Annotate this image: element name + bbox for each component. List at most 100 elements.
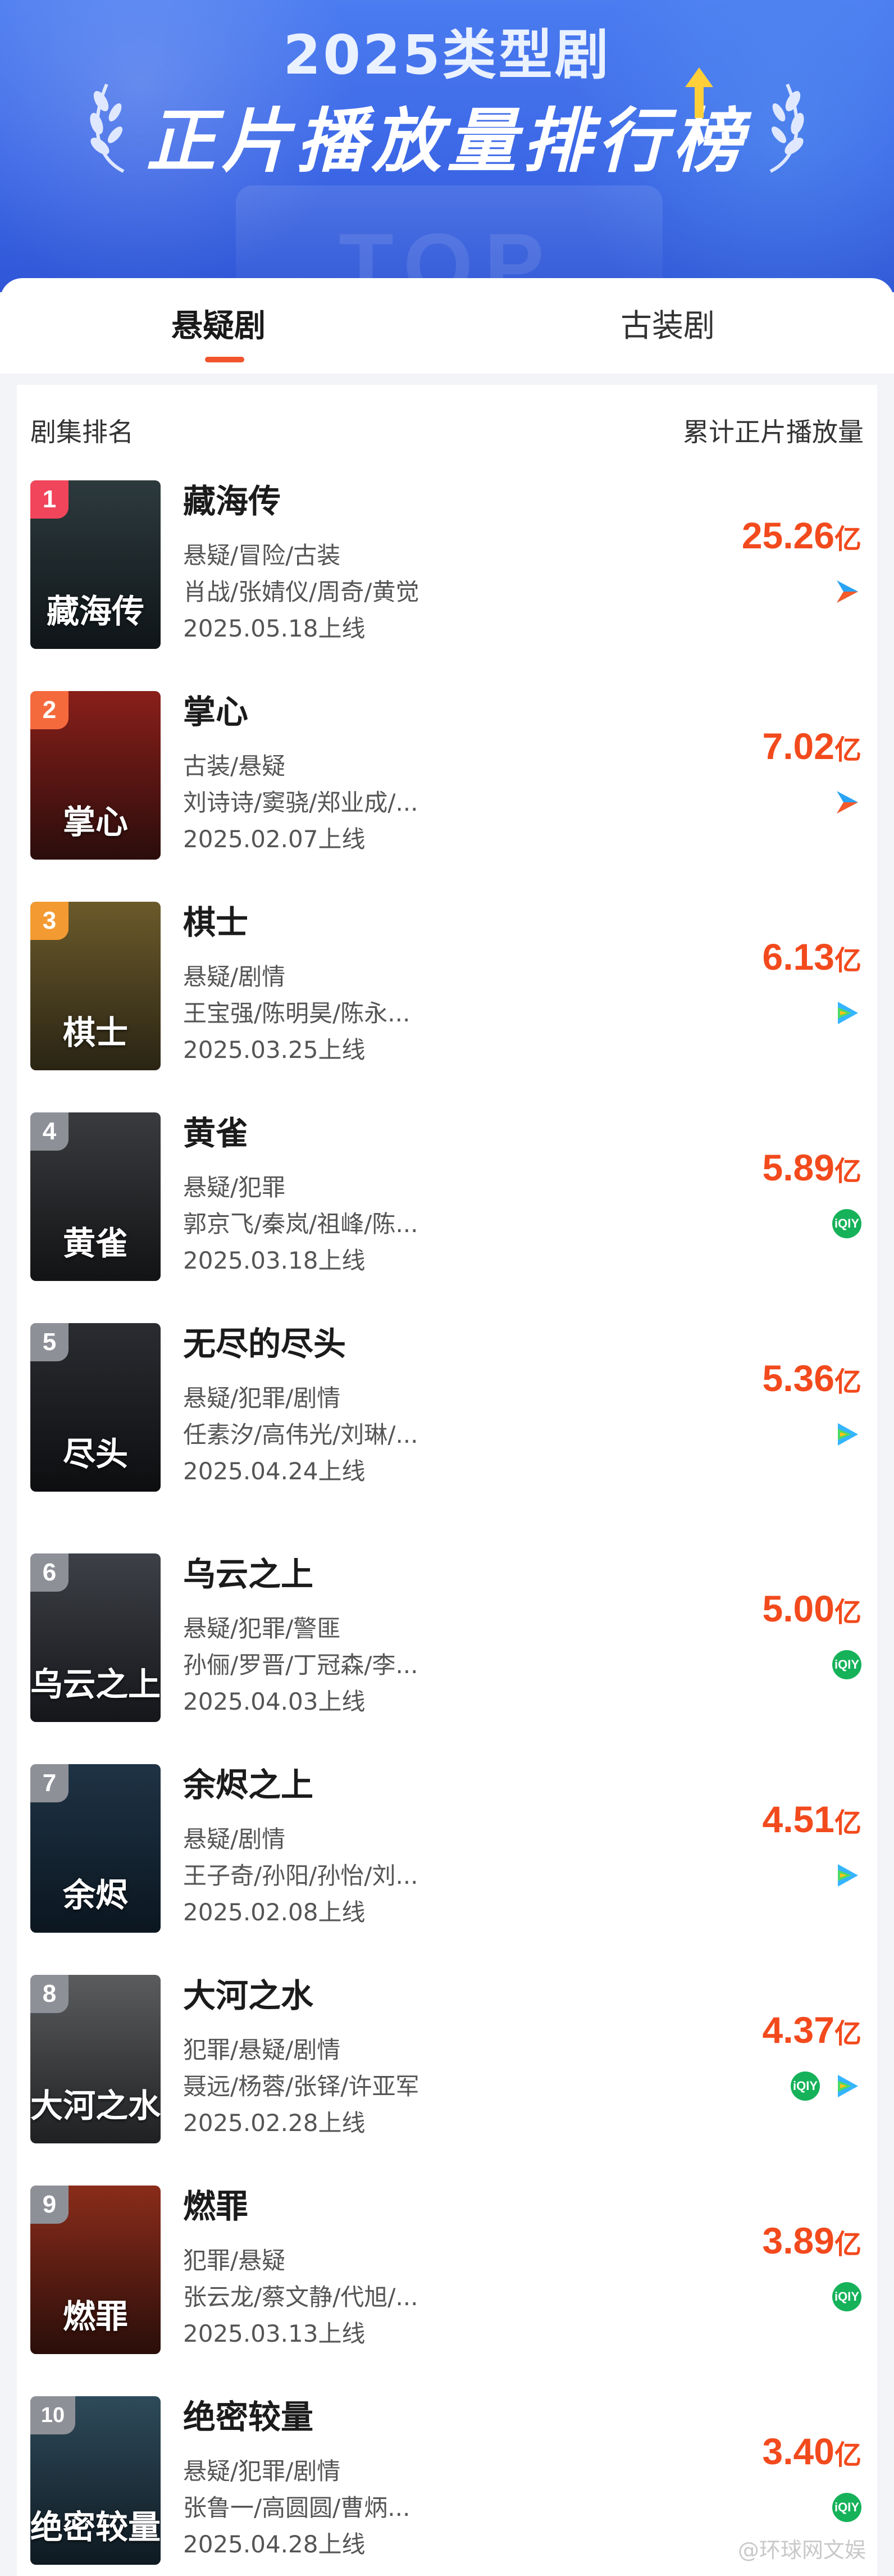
youku-icon	[832, 577, 861, 606]
release-date: 2025.03.18上线	[183, 1247, 366, 1274]
ranking-row[interactable]: 黄雀 4 黄雀 悬疑/犯罪 郭京飞/秦岚/祖峰/陈... 2025.03.18上线 5.89…	[17, 1112, 877, 1281]
iqiyi-icon: iQIY	[832, 1650, 861, 1679]
drama-genre: 犯罪/悬疑/剧情	[183, 2036, 341, 2064]
tencent-video-icon	[832, 998, 861, 1028]
drama-cast: 王宝强/陈明昊/陈永...	[183, 999, 410, 1027]
tencent-video-icon	[832, 1420, 861, 1449]
category-tabs: 悬疑剧 古装剧	[0, 278, 894, 374]
poster-title-art: 乌云之上	[30, 1665, 161, 1703]
platform-icons: iQIY	[832, 1209, 861, 1238]
drama-poster[interactable]: 尽头 5	[30, 1323, 161, 1492]
drama-cast: 刘诗诗/窦骁/郑业成/...	[183, 789, 418, 816]
ranking-row[interactable]: 掌心 2 掌心 古装/悬疑刘诗诗/窦骁/郑业成/... 2025.02.07上线 7.02…	[17, 691, 877, 860]
play-count-value: 5.89	[762, 1147, 834, 1188]
drama-cast: 张云龙/蔡文静/代旭/...	[183, 2283, 418, 2311]
play-count-unit: 亿	[834, 2229, 861, 2260]
release-date: 2025.02.08上线	[183, 1898, 366, 1926]
drama-genre: 古装/悬疑	[183, 752, 286, 780]
drama-poster[interactable]: 绝密较量 10	[30, 2396, 161, 2565]
list-header-plays: 累计正片播放量	[683, 417, 864, 447]
drama-title[interactable]: 绝密较量	[183, 2391, 313, 2438]
rank-badge: 5	[30, 1323, 69, 1361]
drama-poster[interactable]: 余烬 7	[30, 1764, 161, 1933]
drama-genre: 悬疑/冒险/古装	[183, 542, 341, 569]
drama-title[interactable]: 藏海传	[183, 475, 281, 522]
poster-title-art: 掌心	[62, 803, 128, 841]
drama-poster[interactable]: 黄雀 4	[30, 1112, 161, 1281]
drama-cast: 任素汐/高伟光/刘琳/...	[183, 1421, 418, 1448]
play-count: 5.00亿	[763, 1587, 861, 1630]
platform-icons	[832, 1420, 861, 1449]
drama-genre: 犯罪/悬疑	[183, 2247, 286, 2274]
tab-costume[interactable]: 古装剧	[621, 301, 715, 346]
release-date: 2025.05.18上线	[183, 615, 366, 642]
poster-title-art: 黄雀	[62, 1224, 128, 1262]
ranking-row[interactable]: 燃罪 9 燃罪 犯罪/悬疑 张云龙/蔡文静/代旭/... 2025.03.13上线 3.89…	[17, 2186, 877, 2354]
rank-badge: 2	[30, 691, 69, 729]
drama-poster[interactable]: 乌云之上 6	[30, 1553, 161, 1722]
platform-icons	[832, 998, 861, 1028]
drama-genre: 悬疑/犯罪/剧情	[183, 2457, 341, 2485]
drama-title[interactable]: 黄雀	[183, 1107, 248, 1154]
watermark: @环球网文娱	[737, 2538, 866, 2563]
drama-title[interactable]: 掌心	[183, 685, 248, 733]
drama-title[interactable]: 燃罪	[183, 2180, 248, 2227]
ranking-row[interactable]: 大河之水 8 大河之水 犯罪/悬疑/剧情 聂远/杨蓉/张铎/许亚军 2025.02.28上…	[17, 1975, 877, 2143]
tencent-video-icon	[832, 1861, 861, 1890]
ranking-row[interactable]: 余烬 7 余烬之上 悬疑/剧情 王子奇/孙阳/孙怡/刘... 2025.02.08上线 4.…	[17, 1764, 877, 1933]
release-date: 2025.04.03上线	[183, 1688, 366, 1715]
poster-title-art: 棋士	[62, 1014, 128, 1052]
drama-cast: 孙俪/罗晋/丁冠森/李...	[183, 1651, 418, 1679]
play-count-value: 3.89	[762, 2220, 834, 2261]
release-date: 2025.02.28上线	[183, 2109, 366, 2137]
drama-cast: 郭京飞/秦岚/祖峰/陈...	[183, 1210, 418, 1238]
play-count-unit: 亿	[834, 945, 861, 976]
platform-icons	[832, 1861, 861, 1890]
ranking-row[interactable]: 棋士 3 棋士 悬疑/剧情 王宝强/陈明昊/陈永... 2025.03.25上线 6.13亿	[17, 902, 877, 1070]
release-date: 2025.02.07上线	[183, 825, 366, 853]
drama-genre: 悬疑/犯罪/警匪	[183, 1615, 341, 1642]
ranking-list: 剧集排名 累计正片播放量 藏海传 1 藏海传 悬疑/冒险/古装 肖战/张婧仪/周奇/黄觉…	[17, 385, 877, 2576]
drama-cast: 肖战/张婧仪/周奇/黄觉	[183, 578, 419, 606]
drama-poster[interactable]: 掌心 2	[30, 691, 161, 860]
iqiyi-icon: iQIY	[832, 1209, 861, 1238]
drama-poster[interactable]: 藏海传 1	[30, 480, 161, 649]
rank-badge: 6	[30, 1553, 69, 1592]
rank-badge: 8	[30, 1975, 69, 2013]
drama-poster[interactable]: 大河之水 8	[30, 1975, 161, 2143]
rank-badge: 9	[30, 2186, 69, 2224]
drama-title[interactable]: 乌云之上	[183, 1548, 313, 1595]
play-count: 5.36亿	[763, 1357, 861, 1400]
play-count-value: 7.02	[762, 725, 834, 767]
laurel-right-icon	[769, 83, 804, 173]
poster-title-art: 绝密较量	[30, 2508, 161, 2546]
play-count-value: 3.40	[762, 2430, 834, 2472]
iqiyi-icon: iQIY	[791, 2071, 820, 2101]
rank-badge: 3	[30, 902, 69, 940]
play-count: 5.89亿	[763, 1146, 861, 1189]
drama-title[interactable]: 棋士	[183, 896, 248, 943]
release-date: 2025.04.28上线	[183, 2530, 366, 2558]
drama-title[interactable]: 无尽的尽头	[183, 1317, 346, 1365]
release-date: 2025.03.25上线	[183, 1036, 366, 1064]
tab-suspense[interactable]: 悬疑剧	[171, 301, 266, 346]
play-count: 3.89亿	[763, 2219, 861, 2262]
platform-icons: iQIY	[832, 2282, 861, 2311]
drama-poster[interactable]: 燃罪 9	[30, 2186, 161, 2354]
drama-title[interactable]: 大河之水	[183, 1969, 313, 2016]
drama-genre: 悬疑/剧情	[183, 1825, 286, 1853]
platform-icons: iQIY	[832, 1650, 861, 1679]
youku-icon	[832, 788, 861, 817]
drama-genre: 悬疑/犯罪/剧情	[183, 1384, 341, 1412]
drama-cast: 张鲁一/高圆圆/曹炳...	[183, 2494, 410, 2522]
drama-poster[interactable]: 棋士 3	[30, 902, 161, 1070]
poster-title-art: 尽头	[62, 1435, 128, 1473]
ranking-row[interactable]: 尽头 5 无尽的尽头 悬疑/犯罪/剧情 任素汐/高伟光/刘琳/... 2025.04.24…	[17, 1323, 877, 1492]
play-count-value: 5.36	[762, 1357, 834, 1399]
drama-title[interactable]: 余烬之上	[183, 1759, 313, 1806]
play-count-unit: 亿	[834, 734, 861, 766]
ranking-row[interactable]: 藏海传 1 藏海传 悬疑/冒险/古装 肖战/张婧仪/周奇/黄觉 2025.05.18上线 2…	[17, 480, 877, 649]
rank-badge: 4	[30, 1112, 69, 1151]
ranking-row[interactable]: 乌云之上 6 乌云之上 悬疑/犯罪/警匪孙俪/罗晋/丁冠森/李... 2025.04.0…	[17, 1553, 877, 1722]
poster-title-art: 余烬	[62, 1876, 128, 1914]
